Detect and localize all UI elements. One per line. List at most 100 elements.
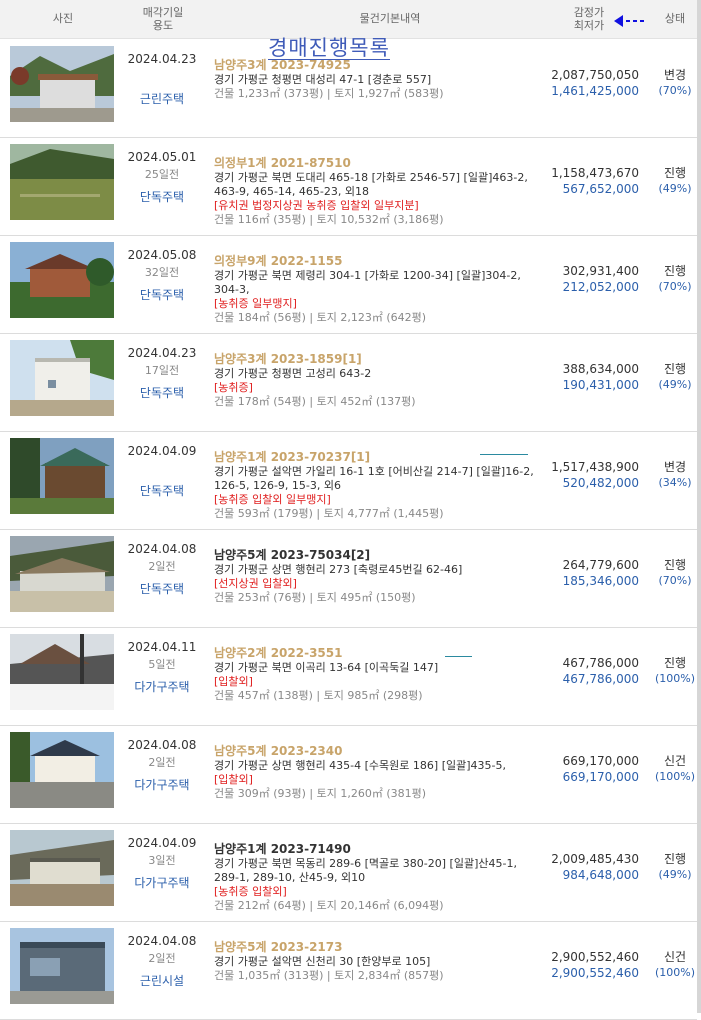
area-info: 건물 1,035㎡ (313평) | 토지 2,834㎡ (857평) [214,969,444,982]
hillside-building-photo[interactable] [10,830,114,906]
appraisal-price: 2,900,552,460 [551,950,639,964]
overlay-title-text: 경매진행목록 [268,36,390,60]
special-tags: [농취증 일부맹지] [214,297,297,310]
appraisal-price: 2,087,750,050 [551,68,639,82]
appraisal-price: 264,779,600 [562,558,639,572]
days-ago: 25일전 [144,168,180,181]
case-number-link[interactable]: 남양주1계 2023-70237[1] [214,450,544,465]
area-info: 건물 116㎡ (35평) | 토지 10,532㎡ (3,186평) [214,213,444,226]
header-minimum-label: 최저가 [573,19,605,32]
sale-date: 2024.05.01 [127,150,197,164]
price-block: 1,158,473,670 567,652,000 [551,165,639,197]
area-info: 건물 457㎡ (138평) | 토지 985㎡ (298평) [214,689,423,702]
status-badge: 진행 [663,362,687,376]
min-price-percent: (100%) [654,672,696,685]
appraisal-price: 1,158,473,670 [551,166,639,180]
white-house-photo[interactable] [10,340,114,416]
house-mountain-photo[interactable] [10,46,114,122]
days-ago: 2일전 [148,560,176,573]
case-number-link[interactable]: 남양주5계 2023-2173 [214,940,544,955]
table-row[interactable]: 2024.05.01 25일전 단독주택 의정부1계 2021-87510 경기 가평군… [0,138,697,236]
min-price-percent: (49%) [658,378,692,391]
usage-type: 다가구주택 [134,778,190,792]
area-info: 건물 1,233㎡ (373평) | 토지 1,927㎡ (583평) [214,87,444,100]
status-badge: 신건 [663,754,687,768]
appraisal-price: 2,009,485,430 [551,852,639,866]
table-row[interactable]: 2024.04.23 17일전단독주택 남양주3계 2023-1859[1] 경기 가… [0,334,697,432]
special-tags: [입찰외] [214,773,253,786]
address: 경기 가평군 상면 행현리 273 [축령로45번길 62-46] [214,563,463,576]
appraisal-price: 1,517,438,900 [551,460,639,474]
minimum-price: 567,652,000 [562,182,639,196]
address: 경기 가평군 설악면 신천리 30 [한양부로 105] [214,955,431,968]
sale-date: 2024.04.09 [127,836,197,850]
brick-house-photo[interactable] [10,242,114,318]
status-block: 신건 (100%) [652,753,698,785]
scrollbar[interactable] [697,0,701,1013]
days-ago: 17일전 [144,364,180,377]
min-price-percent: (100%) [654,966,696,979]
sale-date: 2024.04.08 [127,542,197,556]
case-number-link[interactable]: 남양주2계 2022-3551 [214,646,544,661]
arrow-left-icon [614,15,644,27]
area-info: 건물 309㎡ (93평) | 토지 1,260㎡ (381평) [214,787,427,800]
sale-date: 2024.04.08 [127,738,197,752]
price-block: 388,634,000 190,431,000 [563,361,639,393]
appraisal-price: 302,931,400 [562,264,639,278]
special-tags: [농취증 입찰외] [214,885,287,898]
status-block: 진행 (49%) [652,851,698,883]
basic-info: 남양주3계 2023-74925 경기 가평군 청평면 대성리 47-1 [경춘로… [214,58,544,101]
case-number-link[interactable]: 남양주3계 2023-1859[1] [214,352,544,367]
sale-date: 2024.04.23 [127,52,197,66]
header-sale-date-label: 매각기일 [142,6,184,19]
table-row[interactable]: 2024.04.09 단독주택 남양주1계 2023-70237[1] 경기 가평군 … [0,432,697,530]
price-block: 1,517,438,900 520,482,000 [551,459,639,491]
table-row[interactable]: 2024.04.09 3일전 다가구주택 남양주1계 2023-71490 경기 가평군… [0,824,697,922]
villa-photo[interactable] [10,732,114,808]
case-number-link[interactable]: 남양주1계 2023-71490 [214,842,544,857]
case-number-link[interactable]: 남양주5계 2023-75034[2] [214,548,544,563]
basic-info: 의정부1계 2021-87510 경기 가평군 북면 도대리 465-18 [가화… [214,156,544,227]
table-row[interactable]: 2024.04.08 2일전 근린시설 남양주5계 2023-2173 경기 가평군 설… [0,922,697,1020]
price-block: 2,087,750,050 1,461,425,000 [551,67,639,99]
appraisal-price: 669,170,000 [562,754,639,768]
min-price-percent: (34%) [658,476,692,489]
status-block: 변경 (70%) [652,67,698,99]
minimum-price: 190,431,000 [562,378,639,392]
case-number-link[interactable]: 의정부9계 2022-1155 [214,254,544,269]
days-ago: 2일전 [148,952,176,965]
case-number-link[interactable]: 남양주5계 2023-2340 [214,744,544,759]
sale-date: 2024.04.09 [127,444,197,458]
usage-type: 단독주택 [139,386,185,400]
status-block: 신건 (100%) [652,949,698,981]
min-price-percent: (49%) [658,182,692,195]
snow-house-photo[interactable] [10,634,114,710]
status-block: 진행 (49%) [652,165,698,197]
minimum-price: 185,346,000 [562,574,639,588]
price-block: 302,931,400 212,052,000 [563,263,639,295]
basic-info: 남양주3계 2023-1859[1] 경기 가평군 청평면 고성리 643-2 [농… [214,352,544,409]
basic-info: 남양주5계 2023-2340 경기 가평군 상면 행현리 435-4 [수목원로… [214,744,544,801]
address: 경기 가평군 청평면 고성리 643-2 [214,367,372,380]
table-row[interactable]: 2024.05.08 32일전 단독주택 의정부9계 2022-1155 경기 가평군 … [0,236,697,334]
status-badge: 변경 [663,68,687,82]
address: 경기 가평군 북면 이곡리 13-64 [이곡둑길 147] [214,661,439,674]
price-block: 2,900,552,460 2,900,552,460 [551,949,639,981]
status-block: 진행 (70%) [652,263,698,295]
price-block: 669,170,000 669,170,000 [563,753,639,785]
days-ago: 5일전 [148,658,176,671]
table-row[interactable]: 2024.04.11 5일전 다가구주택 남양주2계 2022-3551 경기 가평군 … [0,628,697,726]
min-price-percent: (70%) [658,84,692,97]
table-row[interactable]: 2024.04.08 2일전단독주택 남양주5계 2023-75034[2] 경기 가… [0,530,697,628]
usage-type: 단독주택 [139,288,185,302]
case-number-link[interactable]: 의정부1계 2021-87510 [214,156,544,171]
field-grass-photo[interactable] [10,144,114,220]
commercial-building-photo[interactable] [10,928,114,1004]
cabin-photo[interactable] [10,438,114,514]
usage-type: 단독주택 [139,582,185,596]
address: 경기 가평군 설악면 가일리 16-1 1호 [어비산길 214-7] [일괄]… [214,465,534,492]
sale-date: 2024.04.23 [127,346,197,360]
greenhouse-photo[interactable] [10,536,114,612]
table-row[interactable]: 2024.04.08 2일전 다가구주택 남양주5계 2023-2340 경기 가평군 … [0,726,697,824]
status-badge: 진행 [663,558,687,572]
